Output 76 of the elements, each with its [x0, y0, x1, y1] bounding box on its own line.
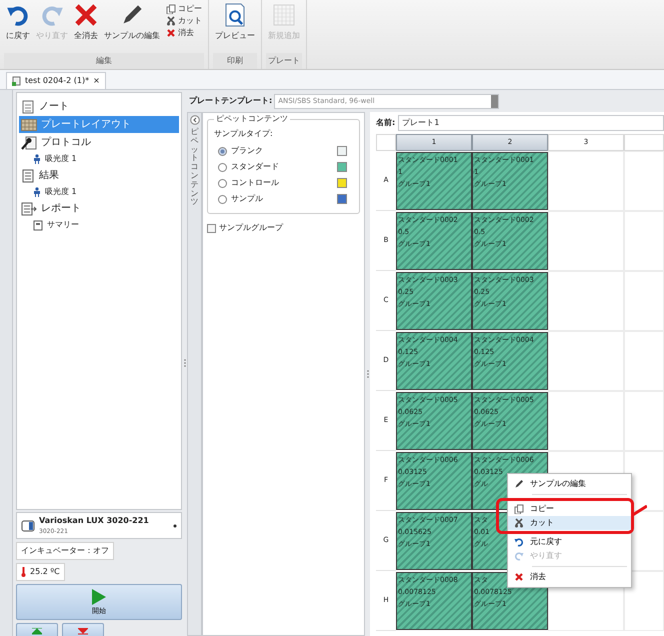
- document-icon: [33, 220, 44, 230]
- tree-item[interactable]: レポート: [19, 200, 180, 217]
- toolbar-button[interactable]: サンプルの編集: [102, 3, 162, 53]
- menu-item[interactable]: 元に戻す: [508, 535, 631, 549]
- panel-title: ピペットコンテンツ: [214, 113, 290, 125]
- menu-item[interactable]: コピー: [508, 502, 631, 516]
- group-label: 編集: [4, 53, 204, 69]
- magnifier-document-icon: [223, 3, 247, 27]
- corner-header: [376, 134, 396, 151]
- toolbar-button[interactable]: 消去: [164, 27, 204, 39]
- copy-icon: [514, 504, 524, 514]
- tree-item[interactable]: ノート: [19, 98, 180, 115]
- checkbox-box[interactable]: [207, 224, 216, 232]
- scissors-icon: [514, 518, 524, 528]
- grid-icon: [272, 3, 296, 27]
- menu-item[interactable]: サンプルの編集: [508, 477, 631, 491]
- pencil-icon: [514, 479, 524, 489]
- menu-item[interactable]: カット: [508, 516, 631, 530]
- report-icon: [21, 202, 38, 216]
- document-icon: [21, 168, 36, 182]
- toolbar-button[interactable]: カット: [164, 15, 204, 27]
- load-button[interactable]: [16, 622, 58, 636]
- document-tab[interactable]: test 0204-2 (1)* ×: [6, 72, 106, 89]
- tree-item[interactable]: 吸光度 1: [31, 152, 180, 166]
- radio-option[interactable]: コントロール: [218, 177, 279, 189]
- figure-icon: [33, 154, 42, 164]
- play-icon: [91, 588, 108, 606]
- unload-button[interactable]: [62, 622, 104, 636]
- copy-icon: [166, 4, 176, 14]
- side-strip[interactable]: [0, 90, 14, 636]
- eject-up-icon: [32, 628, 42, 635]
- tree-item[interactable]: 吸光度 1: [31, 185, 180, 199]
- temperature-reading: 25.2 ºC: [16, 563, 65, 581]
- name-field[interactable]: プレート1: [398, 115, 664, 131]
- column-header[interactable]: [624, 134, 664, 151]
- instrument-name: Varioskan LUX 3020-221: [39, 515, 150, 527]
- document-icon: [21, 100, 36, 114]
- group-label: 印刷: [213, 53, 257, 69]
- splitter-grip: [184, 359, 186, 367]
- tab-title: test 0204-2 (1)*: [25, 75, 90, 87]
- dropdown-icon: [491, 94, 498, 108]
- checkbox[interactable]: サンプルグループ: [207, 222, 360, 234]
- close-icon[interactable]: ×: [93, 75, 100, 87]
- collapse-icon: [190, 115, 200, 125]
- template-label: プレートテンプレート:: [189, 95, 272, 107]
- scissors-icon: [166, 16, 176, 26]
- radio-option[interactable]: サンプル: [218, 193, 263, 205]
- close-icon: [166, 28, 176, 38]
- tree-item[interactable]: 結果: [19, 167, 180, 184]
- grid-icon: [21, 118, 38, 130]
- name-label: 名前:: [376, 117, 396, 129]
- toolbar-button[interactable]: に戻す: [4, 3, 32, 53]
- radio-option[interactable]: ブランク: [218, 145, 263, 157]
- figure-icon: [33, 187, 42, 197]
- checkbox-label: サンプルグループ: [219, 222, 283, 234]
- document-icon: [12, 76, 21, 86]
- group-label: プレート: [266, 53, 302, 69]
- side-strip[interactable]: ピペットコンテンツ: [187, 112, 202, 636]
- eject-down-icon: [78, 628, 88, 635]
- field-label: サンプルタイプ:: [214, 128, 274, 140]
- close-icon: [514, 572, 524, 582]
- tree-item[interactable]: サマリー: [31, 218, 180, 232]
- toolbar-button[interactable]: コピー: [164, 3, 204, 15]
- tree-item[interactable]: プロトコル: [19, 134, 180, 151]
- dropdown-icon: [173, 524, 178, 528]
- undo-icon: [514, 537, 524, 547]
- incubator-status: インキュベーター：オフ: [16, 542, 114, 560]
- toolbar-button[interactable]: 全消去: [72, 3, 100, 53]
- panel-side-label: ピペットコンテンツ: [190, 128, 198, 208]
- radio-option[interactable]: スタンダード: [218, 161, 279, 173]
- close-icon: [74, 3, 98, 27]
- instrument-icon: [21, 520, 36, 532]
- thermometer-icon: [21, 567, 26, 577]
- wrench-document-icon: [21, 136, 38, 150]
- redo-icon: [514, 551, 524, 561]
- toolbar-button[interactable]: プレビュー: [213, 3, 257, 53]
